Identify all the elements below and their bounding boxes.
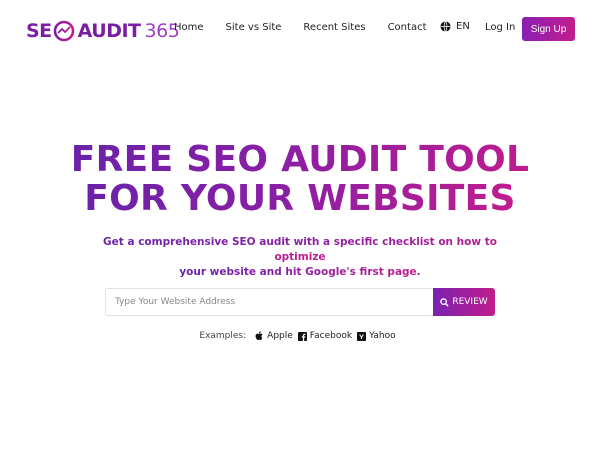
logo-audit-text: AUDIT: [77, 20, 141, 42]
language-selector[interactable]: EN: [440, 21, 470, 32]
example-apple[interactable]: Apple: [255, 331, 293, 341]
examples-label: Examples:: [199, 331, 247, 341]
example-yahoo[interactable]: Yahoo: [357, 331, 396, 341]
main-nav: Home Site vs Site Recent Sites Contact: [174, 22, 448, 33]
logo[interactable]: SE AUDIT 365: [26, 18, 180, 44]
hero-subtitle-line1: Get a comprehensive SEO audit with a spe…: [103, 236, 497, 263]
globe-icon: [440, 21, 451, 32]
header: SE AUDIT 365 Home Site vs Site Recent Si…: [0, 0, 600, 60]
login-link[interactable]: Log In: [485, 22, 515, 33]
examples-row: Examples: Apple Facebook Yahoo: [0, 331, 600, 341]
nav-site-vs-site[interactable]: Site vs Site: [226, 22, 282, 33]
nav-contact[interactable]: Contact: [388, 22, 427, 33]
facebook-icon: [297, 331, 307, 341]
hero-title-line2: FOR YOUR WEBSITES: [84, 178, 516, 219]
example-apple-label: Apple: [267, 331, 293, 341]
nav-recent-sites[interactable]: Recent Sites: [303, 22, 365, 33]
hero-title: FREE SEO AUDIT TOOL FOR YOUR WEBSITES: [0, 140, 600, 218]
yahoo-icon: [357, 331, 367, 341]
language-label: EN: [456, 21, 470, 32]
example-facebook[interactable]: Facebook: [297, 331, 353, 341]
logo-seo-text: SE: [26, 20, 52, 42]
hero-subtitle: Get a comprehensive SEO audit with a spe…: [100, 235, 500, 280]
signup-button[interactable]: Sign Up: [522, 17, 575, 41]
review-button-label: REVIEW: [452, 297, 488, 307]
example-facebook-label: Facebook: [309, 331, 353, 341]
logo-chart-icon: [53, 20, 75, 42]
website-address-input[interactable]: [105, 288, 433, 316]
hero-subtitle-line2: your website and hit Google's first page…: [179, 266, 421, 278]
nav-home[interactable]: Home: [174, 22, 204, 33]
apple-icon: [255, 331, 263, 341]
example-yahoo-label: Yahoo: [369, 331, 396, 341]
review-button[interactable]: REVIEW: [433, 288, 495, 316]
hero-title-line1: FREE SEO AUDIT TOOL: [70, 139, 530, 180]
search-form: REVIEW: [105, 288, 495, 316]
search-icon: [440, 297, 449, 307]
